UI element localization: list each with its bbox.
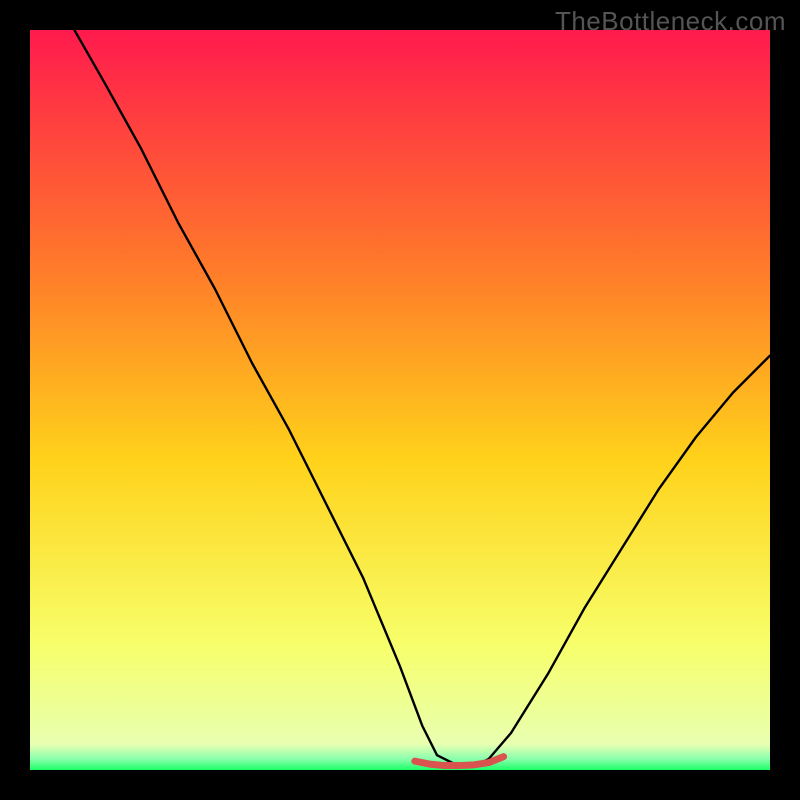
plot-area-gradient xyxy=(30,30,770,770)
chart-svg xyxy=(0,0,800,800)
watermark-text: TheBottleneck.com xyxy=(555,6,786,37)
chart-container: TheBottleneck.com xyxy=(0,0,800,800)
